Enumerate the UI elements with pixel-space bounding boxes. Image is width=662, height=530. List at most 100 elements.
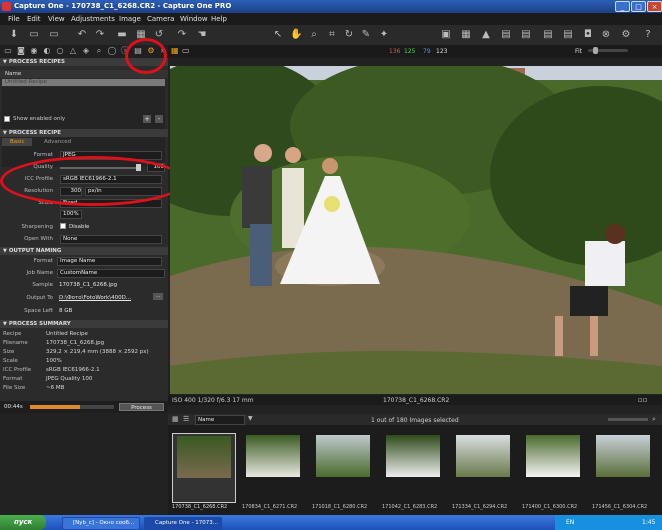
zoom-icon[interactable]: ⌕: [308, 29, 320, 41]
sort-select[interactable]: Name: [195, 415, 245, 425]
scale-percent-input[interactable]: 100%: [60, 210, 82, 219]
thumbnail-item[interactable]: [382, 433, 444, 501]
section-header-process-summary[interactable]: ▼ PROCESS SUMMARY: [0, 320, 168, 328]
recipes-column-name: Name: [5, 71, 22, 77]
annotation-circle-output-tab: [125, 38, 167, 74]
lens-tab-icon[interactable]: ○: [55, 46, 65, 56]
composition-tab-icon[interactable]: △: [68, 46, 78, 56]
naming-format-select[interactable]: Image Name: [57, 257, 162, 266]
remove-recipe-button[interactable]: -: [155, 115, 163, 123]
output-to-label: Output To: [26, 295, 53, 301]
select-cursor-icon[interactable]: ↖: [272, 29, 284, 41]
menu-help[interactable]: Help: [211, 15, 227, 23]
spot-icon[interactable]: ✦: [378, 29, 390, 41]
menu-camera[interactable]: Camera: [147, 15, 174, 23]
taskbar-item-capture-one[interactable]: Capture One - 17073...: [144, 517, 222, 530]
thumbnail-image: [456, 435, 510, 477]
crop-icon[interactable]: ⌗: [326, 29, 338, 41]
search-icon[interactable]: ⌕: [652, 415, 656, 424]
image-viewer[interactable]: [170, 66, 662, 394]
summary-key: Size: [3, 349, 15, 355]
section-header-output-naming[interactable]: ▼ OUTPUT NAMING: [0, 247, 168, 255]
picker-icon[interactable]: ✎: [360, 29, 372, 41]
zoom-slider-handle[interactable]: [593, 47, 598, 54]
minimize-button[interactable]: _: [615, 1, 630, 12]
grid-view-icon[interactable]: ▦: [171, 46, 179, 55]
summary-value: 329,2 × 219,4 mm (3888 × 2592 px): [46, 349, 149, 355]
selection-count: 1 out of 180 Images selected: [371, 417, 459, 424]
menu-view[interactable]: View: [48, 15, 65, 23]
fit-label[interactable]: Fit: [575, 48, 582, 55]
menu-bar: File Edit View Adjustments Image Camera …: [0, 13, 662, 25]
redo-icon[interactable]: ↷: [94, 29, 106, 41]
thumbnail-caption: 171456_C1_6304.CR2: [592, 504, 648, 510]
proof-icon[interactable]: ▣: [440, 29, 452, 41]
metadata-tab-icon[interactable]: ◯: [107, 46, 117, 56]
output-to-path[interactable]: D:\Фото\FotoWork\400D...: [59, 295, 131, 301]
pan-hand-icon[interactable]: ✋: [290, 29, 302, 41]
undo-icon[interactable]: ↶: [76, 29, 88, 41]
warning-icon[interactable]: ▲: [480, 29, 492, 41]
import-icon[interactable]: ⬇: [8, 29, 20, 41]
sort-direction-icon[interactable]: ▼: [248, 415, 253, 422]
hand-back-icon[interactable]: ☚: [196, 29, 208, 41]
summary-key: ICC Profile: [3, 367, 32, 373]
paste-icon[interactable]: ▤: [520, 29, 532, 41]
add-recipe-button[interactable]: +: [143, 115, 151, 123]
grid-layout-icon[interactable]: ▦: [172, 415, 179, 423]
compare-icon[interactable]: ▤: [562, 29, 574, 41]
taskbar-item-message[interactable]: [Nyb_c] - Окно сооб...: [62, 517, 140, 530]
single-view-icon[interactable]: ▭: [182, 46, 190, 55]
wedding-photo: [170, 66, 662, 394]
menu-edit[interactable]: Edit: [27, 15, 41, 23]
menu-file[interactable]: File: [8, 15, 20, 23]
local-adjust-tab-icon[interactable]: ⌕: [94, 46, 104, 56]
app-icon: [2, 2, 11, 11]
thumbnail-size-slider[interactable]: [608, 418, 648, 421]
thumbnail-caption: 170834_C1_6271.CR2: [242, 504, 298, 510]
library-tab-icon[interactable]: ▭: [3, 46, 13, 56]
color-tab-icon[interactable]: ◉: [29, 46, 39, 56]
copy-icon[interactable]: ▤: [500, 29, 512, 41]
browse-folder-button[interactable]: ...: [153, 293, 163, 300]
rotate-icon[interactable]: ↻: [343, 29, 355, 41]
maximize-button[interactable]: □: [631, 1, 646, 12]
summary-key: Recipe: [3, 331, 22, 337]
thumbnail-item[interactable]: [242, 433, 304, 501]
folder-icon[interactable]: ▬: [116, 29, 128, 41]
capture-icon[interactable]: ▭: [28, 29, 40, 41]
job-name-input[interactable]: CustomName: [57, 269, 165, 278]
stop-icon[interactable]: ⊗: [600, 29, 612, 41]
list-layout-icon[interactable]: ☰: [183, 415, 189, 423]
settings-gear-icon[interactable]: ⚙: [620, 29, 632, 41]
thumbnail-item[interactable]: [522, 433, 584, 501]
section-header-process-recipe[interactable]: ▼ PROCESS RECIPE: [0, 129, 168, 137]
thumbnail-item[interactable]: [452, 433, 514, 501]
start-button[interactable]: пуск: [0, 515, 46, 530]
forward-icon[interactable]: ↷: [176, 29, 188, 41]
summary-key: Filename: [3, 340, 28, 346]
language-indicator[interactable]: EN: [566, 519, 574, 526]
capture-tab-icon[interactable]: ◙: [16, 46, 26, 56]
menu-adjustments[interactable]: Adjustments: [71, 15, 115, 23]
open-with-select[interactable]: None: [60, 235, 162, 244]
menu-image[interactable]: Image: [119, 15, 141, 23]
thumbnail-item[interactable]: [592, 433, 654, 501]
exposure-tab-icon[interactable]: ◐: [42, 46, 52, 56]
menu-window[interactable]: Window: [180, 15, 208, 23]
process-button[interactable]: Process: [119, 403, 164, 411]
card-icon[interactable]: ▭: [48, 29, 60, 41]
show-enabled-checkbox[interactable]: [4, 116, 10, 122]
sharpening-checkbox[interactable]: [60, 223, 66, 229]
thumbnail-item[interactable]: [172, 433, 236, 503]
details-tab-icon[interactable]: ◈: [81, 46, 91, 56]
job-name-label: Job Name: [26, 270, 53, 276]
grid-icon[interactable]: ▦: [460, 29, 472, 41]
apply-icon[interactable]: ▤: [542, 29, 554, 41]
thumbnail-item[interactable]: [312, 433, 374, 501]
close-button[interactable]: ×: [647, 1, 662, 12]
rating-stars-icon[interactable]: ▫▫: [638, 396, 648, 404]
help-icon[interactable]: ?: [642, 29, 654, 41]
tab-advanced[interactable]: Advanced: [44, 139, 71, 145]
camera-icon[interactable]: ◘: [582, 29, 594, 41]
